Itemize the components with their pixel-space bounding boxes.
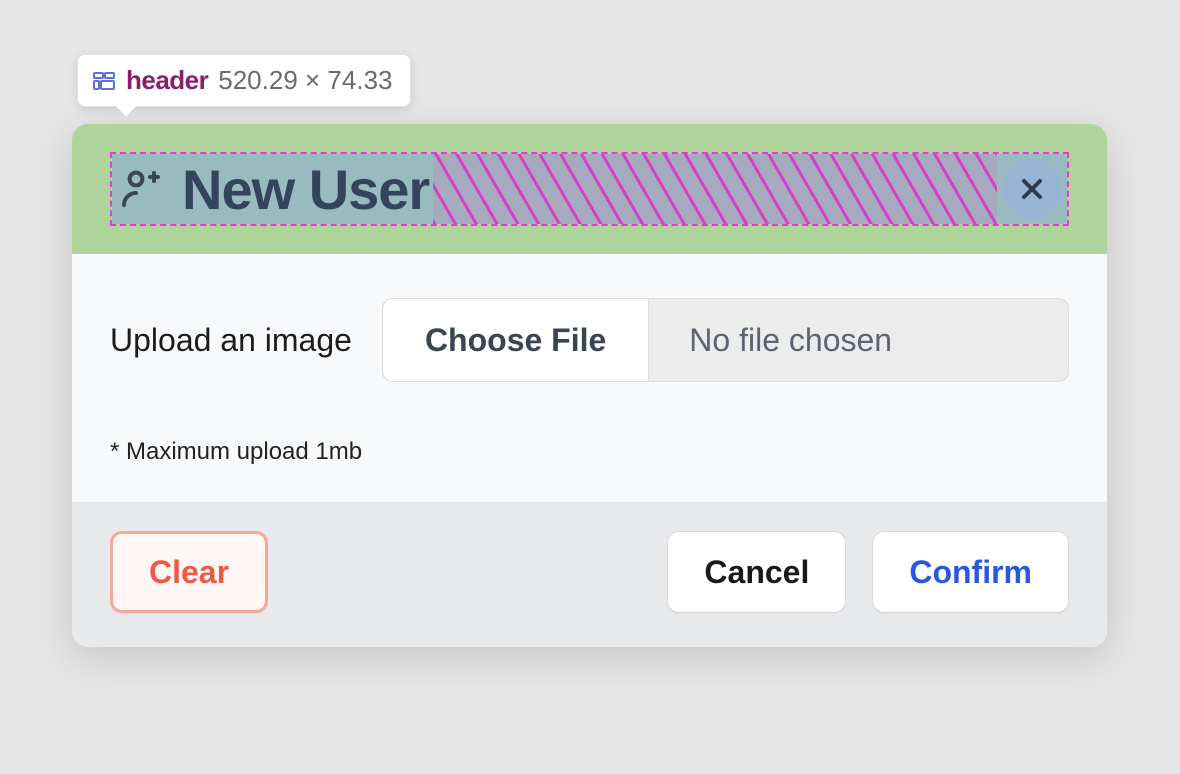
dialog-footer: Clear Cancel Confirm [72,503,1107,647]
file-input[interactable]: Choose File No file chosen [382,298,1069,382]
devtools-dimensions: 520.29 × 74.33 [218,65,392,96]
header-flex-gap [433,154,997,224]
file-status: No file chosen [649,299,1068,381]
close-button[interactable] [997,154,1067,224]
dialog-title: New User [182,157,429,222]
choose-file-button[interactable]: Choose File [383,299,649,381]
footer-right-group: Cancel Confirm [667,531,1069,613]
close-icon [1016,173,1048,205]
tooltip-arrow [116,106,136,116]
dialog-body: Upload an image Choose File No file chos… [72,254,1107,503]
clear-button[interactable]: Clear [110,531,268,613]
header-title-group: New User [112,154,433,224]
devtools-element-name: header [126,65,208,96]
flex-layout-icon [92,69,116,93]
upload-row: Upload an image Choose File No file chos… [110,298,1069,382]
confirm-button[interactable]: Confirm [872,531,1069,613]
upload-label: Upload an image [110,322,352,359]
upload-hint: * Maximum upload 1mb [110,438,1069,466]
dialog-header-container: New User [72,124,1107,254]
dialog-header: New User [110,152,1069,226]
new-user-dialog: New User Upload an image Choose File No … [72,124,1107,647]
cancel-button[interactable]: Cancel [667,531,846,613]
user-plus-icon [116,165,164,213]
devtools-tooltip: header 520.29 × 74.33 [77,54,411,107]
close-icon-circle [1002,159,1062,219]
